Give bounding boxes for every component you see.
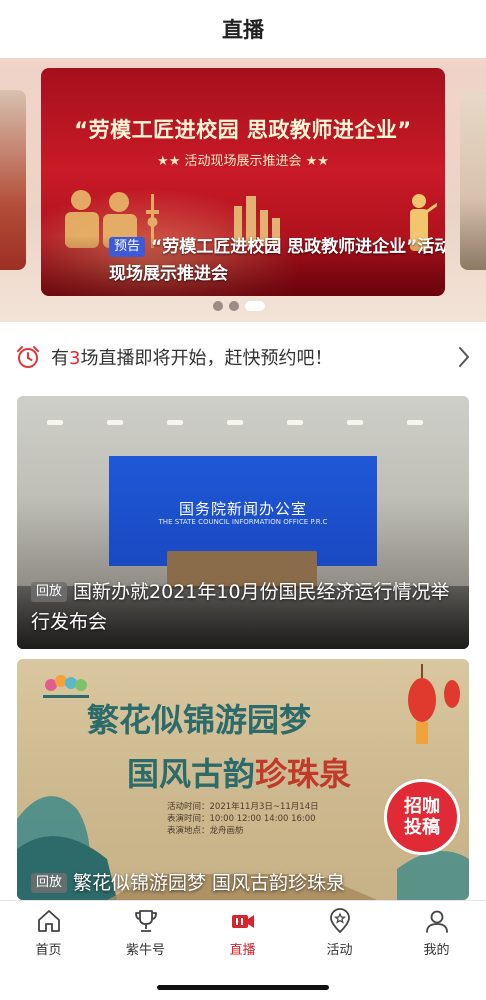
tab-label: 紫牛号 [125,943,165,958]
tab-me[interactable]: 我的 [388,907,485,958]
ceiling-light [47,420,63,425]
carousel-main-card[interactable]: “劳模工匠进校园 思政教师进企业” ★★ 活动现场展示推进会 ★★ 预告 “劳模工… [41,68,445,296]
ceiling-light [167,420,183,425]
banner-card-subtitle: ★★ 活动现场展示推进会 ★★ [157,154,329,169]
ceiling-light [287,420,303,425]
ceiling-light [227,420,243,425]
stamp-line-2: 投稿 [404,817,440,838]
ceiling-light [407,420,423,425]
carousel-prev-card[interactable] [0,90,26,270]
video-caption: 回放 国新办就2021年10月份国民经济运行情况举行发布会 [31,577,461,637]
poster-headline-2a: 国风古韵 [127,755,256,793]
carousel-indicators [213,301,265,311]
trophy-icon [134,910,157,932]
screen-title-cn: 国务院新闻办公室 [178,500,307,518]
alarm-clock-icon [17,346,39,368]
tab-label: 活动 [326,943,353,958]
upcoming-count: 3 [69,348,81,369]
tab-label: 直播 [229,943,256,958]
video-title: 繁花似锦游园梦 国风古韵珍珠泉 [73,872,346,894]
user-icon [425,910,448,933]
poster-headline-2b: 珍珠泉 [255,755,352,793]
carousel-dot[interactable] [229,301,239,311]
tab-activity[interactable]: 活动 [291,907,388,958]
notice-suffix: 场直播即将开始，赶快预约吧！ [80,348,333,369]
carousel-dot-active[interactable] [245,301,265,311]
poster-info-time: 活动时间：2021年11月3日~11月14日 [167,802,319,812]
notice-text: 有3场直播即将开始，赶快预约吧！ [51,344,457,370]
ceiling-light [347,420,363,425]
stamp-line-1: 招咖 [404,796,440,817]
tab-label: 我的 [423,943,450,958]
banner-carousel[interactable]: “劳模工匠进校园 思政教师进企业” ★★ 活动现场展示推进会 ★★ 预告 “劳模工… [0,58,486,322]
poster-info-place: 表演地点：龙舟画舫 [167,826,244,836]
replay-badge: 回放 [31,582,68,602]
poster-info-shows: 表演时间：10:00 12:00 14:00 16:00 [167,814,316,824]
live-camera-icon [231,915,254,928]
banner-card-title: “劳模工匠进校园 思政教师进企业” [74,118,412,142]
notice-prefix: 有 [51,348,69,369]
screen-title-en: THE STATE COUNCIL INFORMATION OFFICE P.R… [158,518,328,526]
replay-badge: 回放 [31,873,68,893]
replay-video-card[interactable]: 国务院新闻办公室 THE STATE COUNCIL INFORMATION O… [17,396,469,649]
video-title: 国新办就2021年10月份国民经济运行情况举行发布会 [31,581,450,633]
top-bar: 直播 [0,0,486,58]
upcoming-live-notice[interactable]: 有3场直播即将开始，赶快预约吧！ [15,337,471,377]
poster-info: 活动时间：2021年11月3日~11月14日 表演时间：10:00 12:00 … [167,801,319,837]
carousel-next-card[interactable] [460,90,486,270]
video-caption: 回放 繁花似锦游园梦 国风古韵珍珠泉 [31,868,461,898]
tab-label: 首页 [35,943,62,958]
banner-caption: 预告 “劳模工匠进校园 思政教师进企业”活动现场展示推进会 [109,234,445,288]
page-title: 直播 [222,18,264,42]
submit-stamp-button[interactable]: 招咖 投稿 [384,779,460,855]
home-icon [37,910,60,932]
ceiling-light [107,420,123,425]
chevron-right-icon[interactable] [457,346,471,368]
poster-headline-2: 国风古韵珍珠泉 [127,749,351,795]
banner-caption-text: “劳模工匠进校园 思政教师进企业”活动现场展示推进会 [109,237,445,284]
replay-video-card[interactable]: 繁花似锦游园梦 国风古韵珍珠泉 活动时间：2021年11月3日~11月14日 表… [17,659,469,900]
preview-badge: 预告 [109,237,146,257]
lantern-decoration [408,664,460,744]
press-room-screen: 国务院新闻办公室 THE STATE COUNCIL INFORMATION O… [109,456,377,566]
tab-ziniu[interactable]: 紫牛号 [97,907,194,958]
home-indicator[interactable] [157,985,329,990]
tab-home[interactable]: 首页 [0,907,97,958]
poster-headline-1: 繁花似锦游园梦 [87,701,312,739]
tab-live[interactable]: 直播 [194,907,291,958]
star-pin-icon [329,908,350,934]
carousel-dot[interactable] [213,301,223,311]
